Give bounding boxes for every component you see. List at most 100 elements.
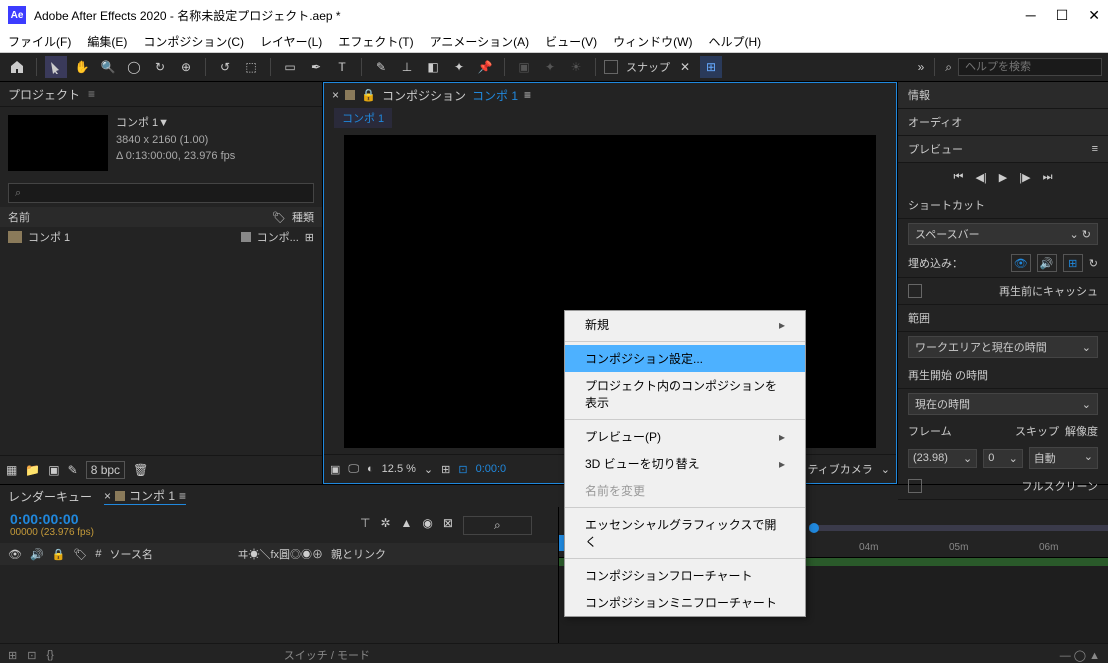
anchor-tool-icon[interactable]: ↺ xyxy=(214,56,236,78)
menu-window[interactable]: ウィンドウ(W) xyxy=(609,31,696,52)
audio-include-icon[interactable]: 🔊 xyxy=(1037,254,1057,272)
lock-icon[interactable]: 🔒 xyxy=(361,88,376,102)
prev-frame-icon[interactable]: ◀| xyxy=(975,171,986,184)
res-icon[interactable]: ⊞ xyxy=(441,463,450,476)
menu-view[interactable]: ビュー(V) xyxy=(541,31,601,52)
tl-search-input[interactable]: ⌕ xyxy=(463,516,532,535)
help-search-input[interactable] xyxy=(958,58,1102,76)
rotate-tool-icon[interactable]: ↻ xyxy=(149,56,171,78)
zoom-tool-icon[interactable]: 🔍 xyxy=(97,56,119,78)
range-select[interactable]: ワークエリアと現在の時間⌄ xyxy=(908,336,1098,358)
comp-time[interactable]: 0:00:0 xyxy=(476,463,507,475)
info-panel-title[interactable]: 情報 xyxy=(908,87,930,103)
camera-tool-icon[interactable]: ⊕ xyxy=(175,56,197,78)
snap-opt-icon[interactable]: ✕ xyxy=(674,56,696,78)
close-button[interactable]: ✕ xyxy=(1088,7,1100,24)
project-item-row[interactable]: コンポ 1 コンポ... ⊞ xyxy=(0,227,322,247)
tl-icon[interactable]: ◉ xyxy=(422,516,432,535)
menu-composition[interactable]: コンポジション(C) xyxy=(139,31,248,52)
audio-panel-title[interactable]: オーディオ xyxy=(908,114,962,130)
text-tool-icon[interactable]: T xyxy=(331,56,353,78)
menu-edit[interactable]: 編集(E) xyxy=(83,31,131,52)
menu-file[interactable]: ファイル(F) xyxy=(4,31,75,52)
last-frame-icon[interactable]: ⏭ xyxy=(1043,171,1053,184)
menu-help[interactable]: ヘルプ(H) xyxy=(705,31,766,52)
maximize-button[interactable]: ☐ xyxy=(1056,7,1069,24)
close-tab-icon[interactable]: × xyxy=(332,88,339,102)
channel-icon[interactable]: 🖵 xyxy=(348,463,359,476)
comp-tab-name[interactable]: コンポ 1 xyxy=(472,87,518,104)
interpret-icon[interactable]: ▦ xyxy=(6,463,17,477)
skip-select[interactable]: 0⌄ xyxy=(983,449,1023,468)
lock-col-icon[interactable]: 🔒 xyxy=(52,548,66,561)
pen-tool-icon[interactable]: ✒ xyxy=(305,56,327,78)
video-include-icon[interactable]: 👁 xyxy=(1011,254,1031,272)
camera-select[interactable]: ティブカメラ xyxy=(807,461,872,477)
orbit-tool-icon[interactable]: ◯ xyxy=(123,56,145,78)
rect-mask-tool-icon[interactable]: ⬚ xyxy=(240,56,262,78)
minimize-button[interactable]: ─ xyxy=(1026,7,1036,24)
menu-preview[interactable]: プレビュー(P)▸ xyxy=(565,423,805,450)
panel-menu-icon[interactable]: ≡ xyxy=(524,88,531,102)
menu-animation[interactable]: アニメーション(A) xyxy=(426,31,534,52)
delete-icon[interactable]: 🗑 xyxy=(133,463,148,477)
col-name[interactable]: 名前 xyxy=(8,209,30,225)
3d-icon-2[interactable]: ✦ xyxy=(539,56,561,78)
menu-3d-view[interactable]: 3D ビューを切り替え▸ xyxy=(565,450,805,477)
tl-toggle-icon[interactable]: {} xyxy=(46,649,53,661)
eraser-tool-icon[interactable]: ◧ xyxy=(422,56,444,78)
shape-tool-icon[interactable]: ▭ xyxy=(279,56,301,78)
menu-layer[interactable]: レイヤー(L) xyxy=(256,31,326,52)
home-icon[interactable] xyxy=(6,56,28,78)
tl-toggle-icon[interactable]: ⊞ xyxy=(8,649,17,662)
grid-icon[interactable]: ⊡ xyxy=(458,463,467,476)
play-icon[interactable]: ▶ xyxy=(999,171,1007,184)
menu-reveal-comp[interactable]: プロジェクト内のコンポジションを表示 xyxy=(565,372,805,416)
bpc-label[interactable]: 8 bpc xyxy=(86,461,125,479)
col-type[interactable]: 種類 xyxy=(292,209,314,225)
puppet-tool-icon[interactable]: 📌 xyxy=(474,56,496,78)
project-search-input[interactable] xyxy=(8,183,314,203)
source-name-col[interactable]: ソース名 xyxy=(109,546,229,562)
comp-thumbnail[interactable] xyxy=(8,115,108,171)
shortcut-select[interactable]: スペースバー⌄ ↻ xyxy=(908,223,1098,245)
menu-mini-flowchart[interactable]: コンポジションミニフローチャート xyxy=(565,589,805,616)
comp-breadcrumb[interactable]: コンポ 1 xyxy=(334,108,392,128)
mask-icon[interactable]: ◐ xyxy=(367,463,374,475)
label-col-icon[interactable]: 🏷 xyxy=(73,548,87,561)
clone-tool-icon[interactable]: ⊥ xyxy=(396,56,418,78)
switch-mode-toggle[interactable]: スイッチ / モード xyxy=(284,647,370,663)
viewer-opt-icon[interactable]: ▣ xyxy=(330,463,340,476)
switches-colen[interactable]: ヰ☀＼fx圓◎◉⊕ xyxy=(237,546,323,562)
panel-menu-icon[interactable]: ≡ xyxy=(1092,143,1098,155)
eye-col-icon[interactable]: 👁 xyxy=(8,548,22,561)
loop-icon[interactable]: ↻ xyxy=(1089,257,1098,270)
first-frame-icon[interactable]: ⏮ xyxy=(954,171,964,184)
roto-tool-icon[interactable]: ✦ xyxy=(448,56,470,78)
selection-tool-icon[interactable] xyxy=(45,56,67,78)
brush-tool-icon[interactable]: ✎ xyxy=(370,56,392,78)
frame-select[interactable]: (23.98)⌄ xyxy=(908,449,977,468)
tl-toggle-icon[interactable]: ⊡ xyxy=(27,649,36,662)
tl-icon[interactable]: ▲ xyxy=(401,516,413,535)
menu-effect[interactable]: エフェクト(T) xyxy=(334,31,417,52)
tl-icon[interactable]: ⊠ xyxy=(443,516,453,535)
cache-checkbox[interactable] xyxy=(908,284,922,298)
res-select[interactable]: 自動⌄ xyxy=(1029,447,1098,469)
menu-comp-settings[interactable]: コンポジション設定... xyxy=(565,345,805,372)
parent-col[interactable]: 親とリンク xyxy=(331,546,386,562)
overlay-include-icon[interactable]: ⊞ xyxy=(1063,254,1083,272)
tl-icon[interactable]: ⊤ xyxy=(360,516,370,535)
snap-grid-icon[interactable]: ⊞ xyxy=(700,56,722,78)
audio-col-icon[interactable]: 🔊 xyxy=(30,548,44,561)
menu-essential-graphics[interactable]: エッセンシャルグラフィックスで開く xyxy=(565,511,805,555)
new-folder-icon[interactable]: 📁 xyxy=(25,463,40,477)
menu-new[interactable]: 新規▸ xyxy=(565,311,805,338)
hand-tool-icon[interactable]: ✋ xyxy=(71,56,93,78)
tl-icon[interactable]: ✲ xyxy=(380,516,390,535)
zoom-level[interactable]: 12.5 % xyxy=(382,463,416,475)
adjust-icon[interactable]: ✎ xyxy=(68,463,78,477)
timeline-comp-tab[interactable]: × コンポ 1 ≡ xyxy=(104,487,186,505)
tag-icon[interactable]: 🏷 xyxy=(272,211,286,224)
3d-icon[interactable]: ▣ xyxy=(513,56,535,78)
